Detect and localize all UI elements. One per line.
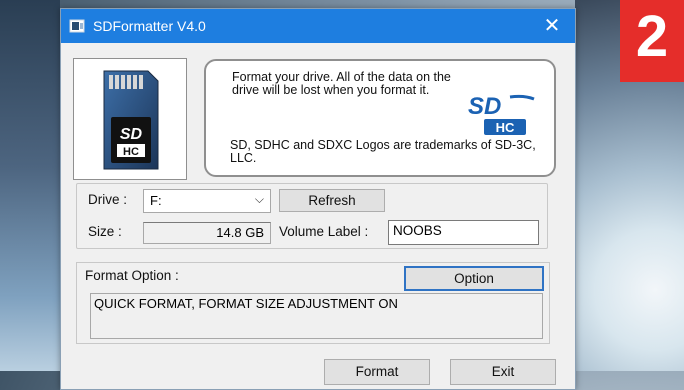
format-option-label: Format Option :: [85, 268, 179, 283]
sdformatter-app-icon: [69, 19, 85, 33]
title-bar[interactable]: SDFormatter V4.0 ✕: [61, 9, 575, 43]
refresh-button[interactable]: Refresh: [279, 189, 385, 212]
volume-label-label: Volume Label :: [279, 224, 369, 239]
chevron-down-icon: ⌵: [254, 192, 264, 206]
close-button[interactable]: ✕: [529, 9, 575, 43]
svg-text:HC: HC: [496, 120, 515, 135]
size-value: 14.8 GB: [216, 225, 264, 240]
close-icon: ✕: [543, 15, 561, 37]
sd-card-image-panel: SD HC: [73, 58, 187, 180]
step-number-badge: 2: [620, 0, 684, 82]
sdhc-logo-icon: SD HC: [468, 93, 535, 135]
sdformatter-window: SDFormatter V4.0 ✕ SD HC Format your dri…: [60, 8, 576, 390]
size-field: 14.8 GB: [143, 222, 271, 244]
format-button[interactable]: Format: [324, 359, 430, 385]
window-title: SDFormatter V4.0: [93, 18, 206, 34]
format-warning-text: Format your drive. All of the data on th…: [232, 70, 451, 97]
drive-select-value: F:: [150, 193, 162, 208]
size-label: Size :: [88, 224, 122, 239]
desktop-background-left: [0, 0, 60, 371]
volume-label-input[interactable]: NOOBS: [388, 220, 539, 245]
exit-button[interactable]: Exit: [450, 359, 556, 385]
drive-select[interactable]: F: ⌵: [143, 189, 271, 213]
info-panel: Format your drive. All of the data on th…: [204, 59, 556, 177]
svg-text:HC: HC: [123, 146, 139, 158]
sdhc-card-icon: SD HC: [103, 70, 159, 170]
format-option-summary: QUICK FORMAT, FORMAT SIZE ADJUSTMENT ON: [90, 293, 543, 339]
volume-label-value: NOOBS: [393, 223, 442, 238]
svg-text:SD: SD: [120, 126, 143, 143]
drive-label: Drive :: [88, 192, 128, 207]
svg-text:SD: SD: [468, 93, 501, 120]
option-button[interactable]: Option: [404, 266, 544, 291]
trademark-notice-text: SD, SDHC and SDXC Logos are trademarks o…: [230, 138, 536, 165]
format-option-summary-text: QUICK FORMAT, FORMAT SIZE ADJUSTMENT ON: [94, 296, 398, 311]
